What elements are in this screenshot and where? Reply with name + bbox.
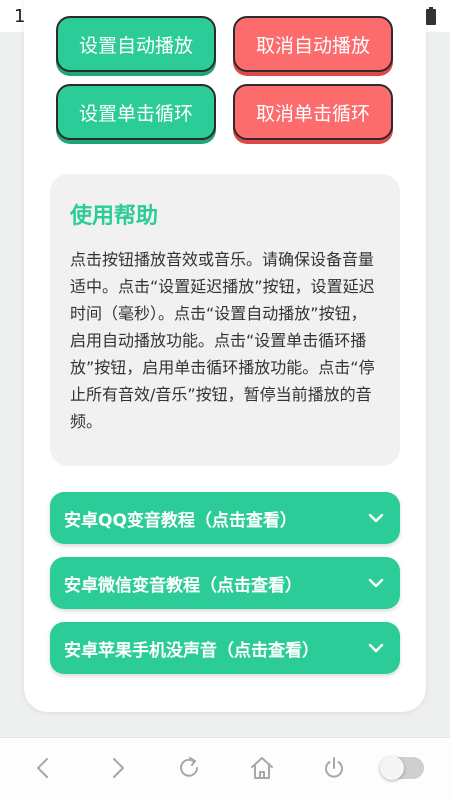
cancel-single-loop-button[interactable]: 取消单击循环 [233,84,393,140]
toggle-knob [380,756,404,780]
accordion-iphone-no-sound[interactable]: 安卓苹果手机没声音（点击查看） [50,622,400,674]
help-panel: 使用帮助 点击按钮播放音效或音乐。请确保设备音量适中。点击“设置延迟播放”按钮，… [50,174,400,466]
accordion-label: 安卓苹果手机没声音（点击查看） [64,640,319,661]
set-single-loop-button[interactable]: 设置单击循环 [56,84,216,140]
accordion-wechat-voice-tutorial[interactable]: 安卓微信变音教程（点击查看） [50,557,400,609]
chevron-down-icon [368,643,384,653]
accordion-label: 安卓QQ变音教程（点击查看） [64,510,297,531]
chevron-down-icon [368,513,384,523]
battery-icon [426,7,436,25]
forward-icon[interactable] [104,755,130,781]
help-title: 使用帮助 [70,204,159,229]
back-icon[interactable] [31,755,57,781]
cancel-autoplay-button[interactable]: 取消自动播放 [233,16,393,72]
home-icon[interactable] [249,755,275,781]
accordion-label: 安卓微信变音教程（点击查看） [64,575,302,596]
set-autoplay-button[interactable]: 设置自动播放 [56,16,216,72]
refresh-icon[interactable] [176,755,202,781]
toggle-switch[interactable] [380,756,424,780]
chevron-down-icon [368,578,384,588]
help-body: 点击按钮播放音效或音乐。请确保设备音量适中。点击“设置延迟播放”按钮，设置延迟时… [70,250,375,431]
accordion-qq-voice-tutorial[interactable]: 安卓QQ变音教程（点击查看） [50,492,400,544]
power-icon[interactable] [321,755,347,781]
